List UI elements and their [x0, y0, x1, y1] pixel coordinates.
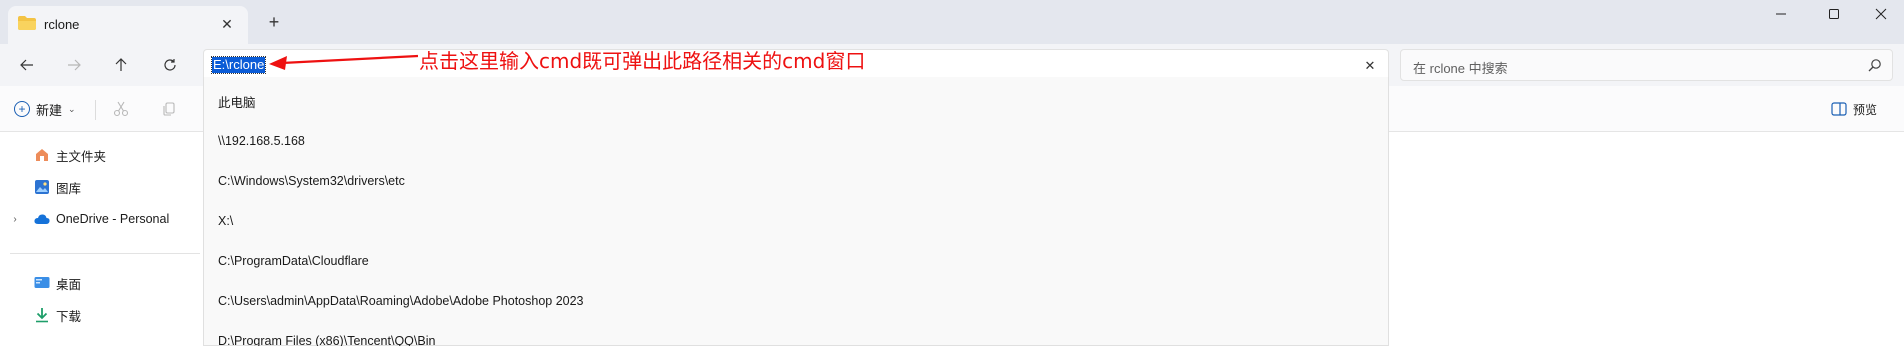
suggestion-item[interactable]: C:\ProgramData\Cloudflare — [204, 241, 1388, 281]
suggestion-item[interactable]: C:\Windows\System32\drivers\etc — [204, 161, 1388, 201]
chevron-right-icon[interactable]: › — [10, 208, 20, 230]
home-icon — [36, 149, 48, 161]
scissors-icon[interactable] — [111, 99, 131, 119]
sidebar-item-label: OneDrive - Personal — [56, 212, 170, 226]
chevron-down-icon: ⌄ — [68, 103, 76, 114]
search-box[interactable]: 在 rclone 中搜索 — [1400, 49, 1893, 81]
up-arrow-icon[interactable] — [106, 52, 136, 78]
search-icon[interactable] — [1868, 58, 1882, 72]
sidebar-item-label: 桌面 — [56, 277, 82, 292]
refresh-icon[interactable] — [155, 52, 185, 78]
preview-button[interactable]: 预览 — [1831, 99, 1877, 119]
minimize-icon[interactable] — [1758, 0, 1804, 28]
new-button-label: 新建 — [36, 102, 63, 118]
back-arrow-icon[interactable] — [12, 52, 42, 78]
suggestion-item[interactable]: D:\Program Files (x86)\Tencent\QQ\Bin — [204, 321, 1388, 346]
tab-rclone[interactable]: rclone ✕ — [8, 6, 248, 44]
suggestion-item[interactable]: C:\Users\admin\AppData\Roaming\Adobe\Ado… — [204, 281, 1388, 321]
search-input[interactable]: 在 rclone 中搜索 — [1413, 58, 1508, 77]
preview-label: 预览 — [1853, 102, 1878, 117]
sidebar-item-desktop[interactable]: 桌面 — [34, 272, 81, 294]
navigation-pane: 主文件夹 图库 › OneDrive - Personal 桌面 下载 — [0, 132, 202, 346]
new-button[interactable]: + 新建 ⌄ — [14, 98, 76, 120]
copy-icon[interactable] — [159, 99, 179, 119]
sidebar-item-label: 主文件夹 — [56, 149, 107, 164]
suggestion-item[interactable]: X:\ — [204, 201, 1388, 241]
sidebar-item-label: 下载 — [56, 309, 82, 324]
annotation-text: 点击这里输入cmd既可弹出此路径相关的cmd窗口 — [419, 49, 866, 73]
sidebar-item-gallery[interactable]: 图库 — [34, 176, 81, 198]
annotation-arrow — [269, 54, 418, 70]
tab-close-icon[interactable]: ✕ — [216, 13, 238, 35]
preview-pane-icon — [1831, 102, 1847, 116]
new-tab-icon[interactable]: + — [260, 10, 288, 34]
sidebar-item-downloads[interactable]: 下载 — [34, 304, 81, 326]
address-input[interactable]: E:\rclone — [210, 56, 267, 74]
plus-circle-icon: + — [14, 101, 30, 117]
forward-arrow-icon[interactable] — [59, 52, 89, 78]
sidebar-item-label: 图库 — [56, 181, 82, 196]
folder-icon — [18, 16, 36, 30]
maximize-icon[interactable] — [1811, 0, 1857, 28]
tab-title: rclone — [44, 17, 80, 32]
gallery-icon — [35, 180, 49, 194]
suggestion-item[interactable]: \\192.168.5.168 — [204, 121, 1388, 161]
command-separator — [95, 100, 96, 120]
file-explorer-window: rclone ✕ + E:\rclone ✕ 在 rclone 中搜索 + 新建… — [0, 0, 1904, 346]
sidebar-divider — [10, 253, 200, 254]
close-icon[interactable] — [1858, 0, 1904, 28]
title-bar: rclone ✕ + — [0, 0, 1904, 44]
desktop-icon — [34, 277, 50, 288]
cloud-icon — [34, 214, 50, 224]
download-icon — [36, 308, 48, 323]
sidebar-item-onedrive[interactable]: OneDrive - Personal — [34, 208, 169, 230]
address-clear-icon[interactable]: ✕ — [1360, 56, 1380, 76]
address-suggestions-dropdown: 此电脑 \\192.168.5.168 C:\Windows\System32\… — [203, 77, 1389, 346]
sidebar-item-home[interactable]: 主文件夹 — [34, 144, 106, 166]
suggestion-item[interactable]: 此电脑 — [204, 81, 1388, 121]
